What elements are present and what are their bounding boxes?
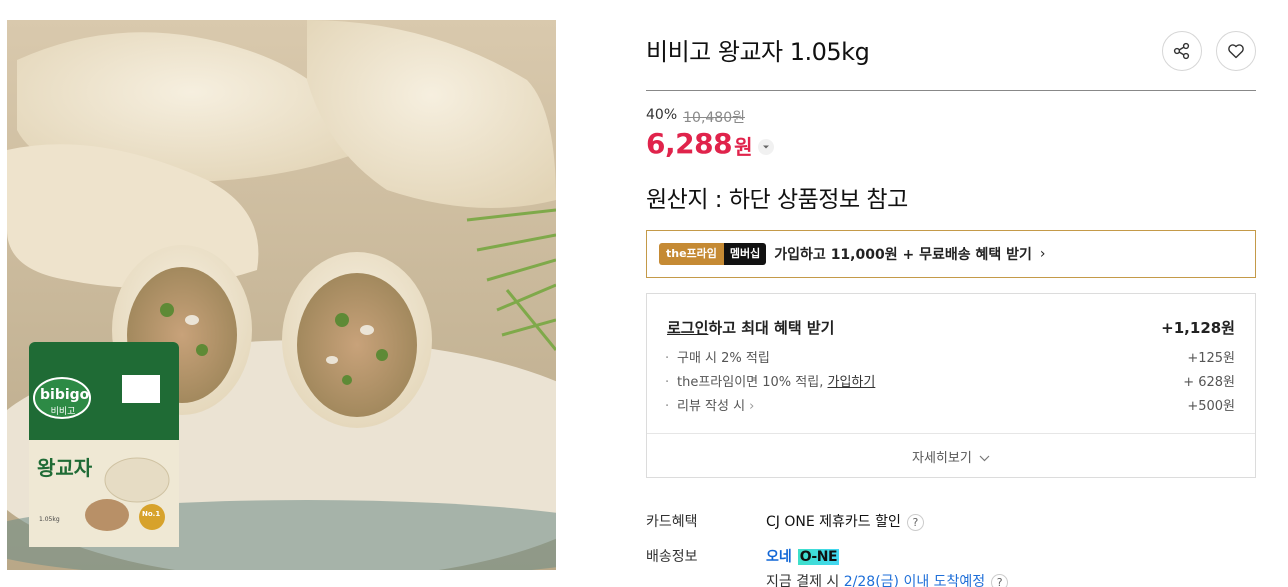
bullet: ·	[665, 399, 670, 414]
benefit-label: the프라임이면 10% 적립,	[677, 375, 828, 390]
login-link[interactable]: 로그인	[667, 319, 708, 337]
sale-price: 6,288	[646, 127, 733, 160]
price-row: 6,288 원	[646, 127, 775, 160]
benefit-more-label: 자세히보기	[912, 451, 972, 466]
prime-badge-the: the프라임	[659, 243, 724, 265]
benefit-label: 리뷰 작성 시	[677, 399, 746, 414]
package-name: 왕교자	[37, 456, 93, 480]
bullet: ·	[665, 351, 670, 366]
prime-badge-member: 멤버십	[723, 243, 767, 265]
prime-join-link[interactable]: 가입하기	[827, 375, 875, 390]
benefit-box: 로그인하고 최대 혜택 받기 +1,128원 · 구매 시 2% 적립 +125원…	[646, 293, 1256, 478]
package-weight: 1.05kg	[39, 516, 60, 523]
question-icon[interactable]: ?	[906, 513, 924, 531]
benefit-more-button[interactable]: 자세히보기	[647, 447, 1255, 466]
delivery-date: 2/28(금) 이내 도착예정	[843, 574, 986, 587]
chevron-right-icon: ›	[749, 399, 755, 414]
list-item[interactable]: · 리뷰 작성 시 › +500원	[665, 395, 1235, 419]
delivery-row: 배송정보 오네 O-NE	[646, 546, 840, 566]
prime-text: 가입하고 11,000원 + 무료배송 혜택 받기	[774, 247, 1032, 263]
card-benefit-value: CJ ONE 제휴카드 할인	[766, 514, 901, 530]
delivery-service: 오네	[766, 549, 792, 565]
price-detail-toggle[interactable]	[758, 138, 775, 155]
bullet: ·	[665, 375, 670, 390]
wishlist-button[interactable]	[1216, 31, 1256, 71]
prime-badge: the프라임 멤버십	[659, 243, 767, 265]
heart-icon	[1228, 44, 1244, 59]
benefit-heading: 로그인하고 최대 혜택 받기	[667, 317, 834, 338]
benefit-label: 구매 시 2% 적립	[677, 351, 770, 366]
benefit-amount: +500원	[1187, 399, 1235, 414]
list-item: · 구매 시 2% 적립 +125원	[665, 347, 1235, 371]
benefit-total: +1,128원	[1161, 319, 1235, 337]
card-benefit-row: 카드혜택 CJ ONE 제휴카드 할인?	[646, 511, 924, 531]
product-image[interactable]: bibigo 비비고 왕교자 No.1 1.05kg	[7, 20, 556, 570]
currency-unit: 원	[734, 135, 753, 159]
chevron-down-icon	[763, 145, 770, 148]
share-button[interactable]	[1162, 31, 1202, 71]
chevron-right-icon: ›	[1039, 246, 1046, 262]
benefit-amount: + 628원	[1183, 375, 1235, 390]
one-logo: O-NE	[797, 549, 840, 565]
package-brand-kr: 비비고	[50, 407, 76, 417]
origin-info: 원산지 : 하단 상품정보 참고	[646, 187, 908, 213]
discount-row: 40% 10,480원	[646, 107, 745, 127]
dumpling-photo	[7, 20, 556, 570]
chevron-down-icon	[979, 455, 990, 462]
delivery-pay-prefix: 지금 결제 시	[766, 574, 840, 587]
original-price: 10,480원	[683, 110, 745, 126]
discount-rate: 40%	[646, 107, 678, 123]
title-divider	[646, 90, 1256, 91]
delivery-label: 배송정보	[646, 549, 698, 565]
card-benefit-label: 카드혜택	[646, 514, 698, 530]
delivery-date-row: 지금 결제 시 2/28(금) 이내 도착예정?	[766, 571, 1009, 587]
product-title: 비비고 왕교자 1.05kg	[646, 38, 870, 66]
benefit-divider	[647, 433, 1255, 434]
prime-membership-banner[interactable]: the프라임 멤버십 가입하고 11,000원 + 무료배송 혜택 받기 ›	[646, 230, 1256, 278]
benefit-list: · 구매 시 2% 적립 +125원 · the프라임이면 10% 적립, 가입하기…	[665, 347, 1235, 419]
package-brand: bibigo	[40, 387, 90, 403]
package-badge: No.1	[142, 510, 161, 518]
share-icon	[1173, 42, 1190, 60]
question-icon[interactable]: ?	[991, 573, 1009, 587]
benefit-amount: +125원	[1187, 351, 1235, 366]
benefit-heading-text: 하고 최대 혜택 받기	[708, 319, 835, 337]
list-item: · the프라임이면 10% 적립, 가입하기 + 628원	[665, 371, 1235, 395]
